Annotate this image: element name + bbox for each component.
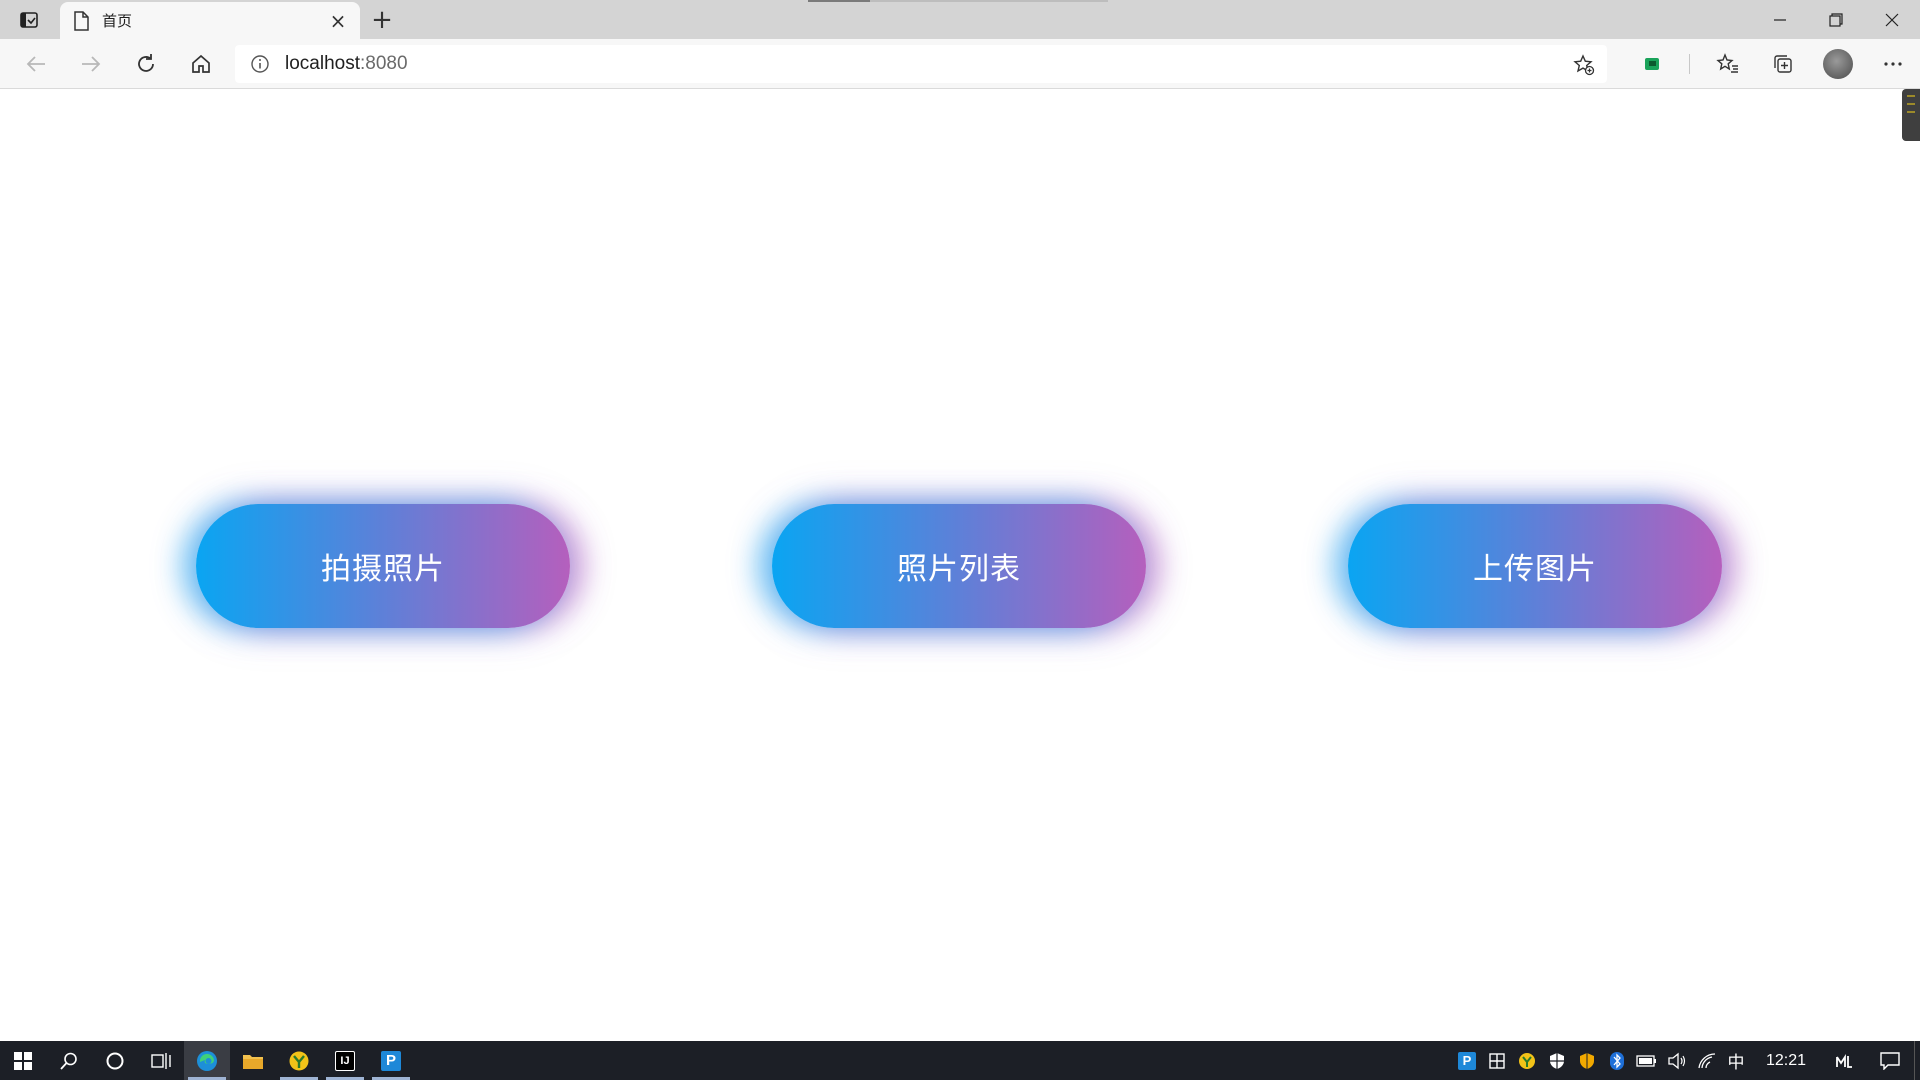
url-text[interactable]: localhost:8080 <box>285 53 408 75</box>
tray-volume[interactable] <box>1662 1041 1692 1080</box>
upload-image-button[interactable]: 上传图片 <box>1348 504 1722 628</box>
new-tab-button[interactable]: + <box>360 0 404 39</box>
take-photo-button[interactable]: 拍摄照片 <box>196 504 570 628</box>
intellij-icon: IJ <box>335 1050 355 1071</box>
back-button[interactable] <box>8 44 63 84</box>
window-controls <box>1752 0 1920 39</box>
file-explorer-icon <box>243 1054 263 1069</box>
collections-icon <box>1773 55 1792 73</box>
tray-app[interactable] <box>1512 1041 1542 1080</box>
windows-taskbar: IJ P P 中 12:21 <box>0 1041 1920 1080</box>
wifi-icon <box>1698 1052 1716 1068</box>
pycharm-tray-icon: P <box>1458 1051 1476 1070</box>
app-grid-icon <box>1489 1052 1505 1069</box>
scrollbar-thumb[interactable] <box>1902 89 1920 141</box>
cortana-icon <box>106 1052 124 1069</box>
battery-icon <box>1636 1054 1656 1067</box>
restore-button[interactable] <box>1808 0 1864 39</box>
tray-pycharm[interactable]: P <box>1452 1041 1482 1080</box>
more-dots-icon <box>1883 62 1902 66</box>
home-button[interactable] <box>173 44 228 84</box>
bluetooth-icon <box>1610 1051 1624 1070</box>
close-window-button[interactable] <box>1864 0 1920 39</box>
page-icon <box>74 10 89 31</box>
browser-tab-bar: 首页 × + <box>0 0 1920 39</box>
edge-icon <box>197 1050 217 1071</box>
favorites-button[interactable] <box>1700 39 1755 89</box>
tray-wifi[interactable] <box>1692 1041 1722 1080</box>
profile-button[interactable] <box>1810 39 1865 89</box>
app-icon <box>1519 1052 1535 1069</box>
search-button[interactable] <box>46 1041 92 1080</box>
search-icon <box>60 1052 77 1070</box>
home-icon <box>191 54 210 73</box>
shield-warning-icon <box>1580 1052 1594 1069</box>
show-desktop-button[interactable] <box>1914 1041 1920 1080</box>
tray-security-alert[interactable] <box>1572 1041 1602 1080</box>
info-icon <box>251 55 269 73</box>
photo-list-button[interactable]: 照片列表 <box>772 504 1146 628</box>
loading-indicator <box>808 0 1108 2</box>
cortana-button[interactable] <box>92 1041 138 1080</box>
minimize-button[interactable] <box>1752 0 1808 39</box>
favorites-icon <box>1715 53 1738 73</box>
extension-button[interactable] <box>1624 39 1679 89</box>
shield-icon <box>1550 1052 1564 1069</box>
restore-icon <box>1829 12 1843 27</box>
tab-actions-icon <box>20 11 38 28</box>
browser-toolbar: localhost:8080 <box>0 39 1920 89</box>
task-view-icon <box>151 1052 171 1069</box>
taskbar-pycharm[interactable]: P <box>368 1041 414 1080</box>
minimize-icon <box>1774 18 1786 21</box>
back-arrow-icon <box>26 55 45 72</box>
taskbar-edge[interactable] <box>184 1041 230 1080</box>
tab-close-icon[interactable]: × <box>328 11 348 31</box>
action-center-button[interactable] <box>1866 1041 1914 1080</box>
settings-more-button[interactable] <box>1865 39 1920 89</box>
notification-icon <box>1880 1051 1900 1070</box>
tray-app-extra[interactable] <box>1822 1041 1866 1080</box>
refresh-button[interactable] <box>118 44 173 84</box>
tab-title: 首页 <box>102 12 133 30</box>
tray-battery[interactable] <box>1632 1041 1662 1080</box>
site-info-button[interactable] <box>235 45 285 83</box>
system-tray: P 中 12:21 <box>1452 1041 1920 1080</box>
input-method-indicator[interactable]: 中 <box>1722 1041 1750 1080</box>
taskbar-intellij[interactable]: IJ <box>322 1041 368 1080</box>
tray-network-app[interactable] <box>1482 1041 1512 1080</box>
forward-button[interactable] <box>63 44 118 84</box>
task-view-button[interactable] <box>138 1041 184 1080</box>
taskbar-app[interactable] <box>276 1041 322 1080</box>
start-button[interactable] <box>0 1041 46 1080</box>
windows-start-icon <box>14 1051 32 1070</box>
tray-bluetooth[interactable] <box>1602 1041 1632 1080</box>
pycharm-icon: P <box>381 1050 401 1071</box>
close-icon <box>1885 13 1899 26</box>
tray-security[interactable] <box>1542 1041 1572 1080</box>
address-bar[interactable]: localhost:8080 <box>235 45 1607 83</box>
avatar <box>1822 49 1853 79</box>
volume-icon <box>1668 1052 1686 1069</box>
extension-flag-icon <box>1644 58 1659 70</box>
taskbar-clock[interactable]: 12:21 <box>1750 1041 1822 1080</box>
forward-arrow-icon <box>81 55 100 72</box>
app-logo-icon <box>1836 1053 1852 1068</box>
page-content: 拍摄照片 照片列表 上传图片 <box>0 89 1920 1041</box>
taskbar-file-explorer[interactable] <box>230 1041 276 1080</box>
refresh-icon <box>137 53 154 72</box>
tab-actions-button[interactable] <box>0 0 58 39</box>
toolbar-right <box>1624 39 1920 89</box>
add-favorite-icon[interactable] <box>1573 54 1595 76</box>
app-icon <box>289 1051 309 1070</box>
toolbar-separator <box>1689 54 1690 74</box>
tab-home[interactable]: 首页 × <box>60 2 360 39</box>
collections-button[interactable] <box>1755 39 1810 89</box>
